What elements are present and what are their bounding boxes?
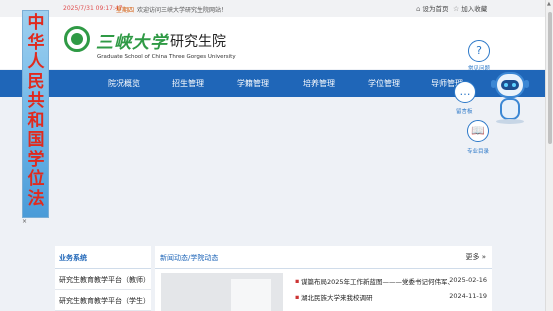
message-board-label: 留言板	[456, 109, 473, 115]
robot-assistant[interactable]	[490, 68, 530, 124]
logo-graduate-school[interactable]: 研究生院	[170, 31, 226, 51]
page: 2025/7/31 09:17:47 星期四 欢迎访问三峡大学研究生院网站！ ⌂…	[0, 0, 553, 311]
logo-university-name[interactable]: 三峡大学	[96, 28, 168, 53]
panel-title: 业务系统	[59, 254, 87, 262]
system-link-teacher[interactable]: 研究生教育教学平台（教师）	[55, 269, 151, 290]
chat-bubble-icon: …	[459, 85, 471, 98]
question-icon: ?	[476, 44, 482, 57]
current-weekday: 星期四	[116, 7, 135, 14]
top-bar: 2025/7/31 09:17:47 星期四 欢迎访问三峡大学研究生院网站！ ⌂…	[0, 0, 545, 18]
message-board-button[interactable]: …	[454, 81, 476, 103]
catalog-label: 专业目录	[467, 149, 490, 155]
news-header: 新闻动态/学院动态 更多 »	[155, 246, 492, 269]
news-item[interactable]: ▪ 谋篇布局2025年工作新蓝图———党委书记何伟军、校 2025-02-16	[289, 275, 489, 289]
degree-law-banner[interactable]: 中华人民共和国学位法	[22, 10, 49, 218]
faq-button[interactable]: ?	[468, 40, 490, 62]
book-icon: 📖	[471, 124, 485, 137]
nav-item-training[interactable]: 培养管理	[303, 78, 335, 89]
news-panel: 新闻动态/学院动态 更多 » ▪ 谋篇布局2025年工作新蓝图———党委书记何伟…	[155, 246, 492, 311]
star-icon: ☆	[453, 5, 460, 13]
nav-item-degree[interactable]: 学位管理	[368, 78, 400, 89]
logo-english-name: Graduate School of China Three Gorges Un…	[97, 54, 236, 60]
university-emblem[interactable]	[64, 26, 90, 52]
scroll-thumb[interactable]	[548, 12, 552, 144]
system-link-student[interactable]: 研究生教育教学平台（学生）	[55, 290, 151, 311]
panel-header: 业务系统	[55, 246, 151, 269]
faq-label: 常见问题	[468, 66, 491, 72]
banner-text: 中华人民共和国学位法	[27, 13, 45, 209]
main-nav: 院况概览 招生管理 学籍管理 培养管理 学位管理 导师管理	[55, 70, 492, 97]
robot-head-icon	[495, 72, 525, 98]
home-icon: ⌂	[416, 5, 421, 13]
catalog-button[interactable]: 📖	[467, 120, 489, 142]
current-datetime: 2025/7/31 09:17:47	[63, 5, 123, 12]
page-scrollbar[interactable]: ▲	[545, 0, 553, 311]
news-more-link[interactable]: 更多 »	[465, 252, 486, 262]
news-title[interactable]: 新闻动态/学院动态	[160, 253, 218, 263]
add-favorite-link[interactable]: ☆ 加入收藏	[453, 3, 487, 13]
nav-item-overview[interactable]: 院况概览	[108, 78, 140, 89]
nav-item-admissions[interactable]: 招生管理	[172, 78, 204, 89]
nav-item-enrollment[interactable]: 学籍管理	[237, 78, 269, 89]
scroll-up-icon[interactable]: ▲	[547, 1, 551, 7]
set-homepage-link[interactable]: ⌂ 设为首页	[416, 3, 448, 13]
business-systems-panel: 业务系统 研究生教育教学平台（教师） 研究生教育教学平台（学生）	[55, 246, 151, 311]
news-thumbnail[interactable]	[161, 273, 283, 311]
welcome-text: 欢迎访问三峡大学研究生院网站！	[137, 7, 228, 14]
news-item[interactable]: ▪ 湖北民族大学来我校调研 2024-11-19	[289, 291, 489, 305]
banner-close-icon[interactable]: ×	[22, 218, 28, 225]
